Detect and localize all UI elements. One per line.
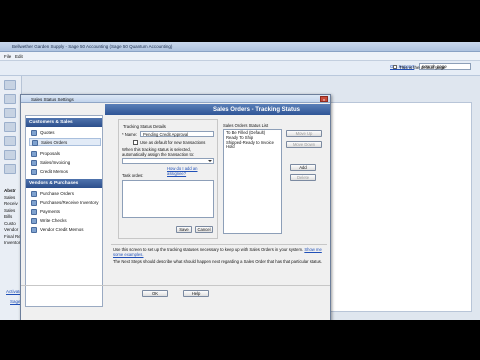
divider (21, 285, 330, 286)
nav-item-sales-invoicing[interactable]: Sales/Invoicing (29, 159, 101, 167)
quotes-icon (31, 130, 37, 136)
invoice-icon (31, 160, 37, 166)
use-default-label: Use as default for new transactions (140, 140, 206, 145)
nav-item-label: Sales/Invoicing (40, 160, 71, 165)
close-icon[interactable]: x (320, 96, 328, 102)
transaction-type-nav: Customers & Sales Quotes Sales Orders Pr… (25, 115, 103, 307)
proposals-icon (31, 151, 37, 157)
nav-strip-icon[interactable] (4, 80, 16, 90)
move-up-button[interactable]: Move Up (286, 130, 322, 137)
nav-item-label: Vendor Credit Memos (40, 227, 84, 232)
nav-item-label: Purchase Orders (40, 191, 75, 196)
nav-item-label: Sales Orders (41, 140, 68, 145)
name-field[interactable]: Pending Credit Approval (140, 131, 214, 137)
nav-strip-icon[interactable] (4, 164, 16, 174)
nav-item-proposals[interactable]: Proposals (29, 150, 101, 158)
assignee-dropdown[interactable] (122, 158, 214, 164)
menu-file[interactable]: File (4, 54, 11, 59)
save-button[interactable]: Save (176, 226, 192, 233)
ok-button[interactable]: OK (142, 290, 168, 297)
purchase-order-icon (31, 191, 37, 197)
receive-inventory-icon (31, 200, 37, 206)
nav-item-label: Write Checks (40, 218, 67, 223)
vendor-credit-icon (31, 227, 37, 233)
nav-item-write-checks[interactable]: Write Checks (29, 217, 101, 225)
default-page-checkbox[interactable] (393, 65, 397, 69)
checks-icon (31, 218, 37, 224)
status-list-panel: Sales Orders Status List To Be Filled (D… (223, 119, 283, 239)
section-title: Tracking Status Details (123, 124, 166, 129)
nav-item-label: Credit Memos (40, 169, 69, 174)
dialog-title: Sales Status Settings (31, 96, 74, 102)
background-content-panel (325, 102, 472, 312)
nav-strip-icon[interactable] (4, 122, 16, 132)
menu-edit[interactable]: Edit (15, 54, 23, 59)
move-down-button[interactable]: Move Down (286, 141, 322, 148)
payments-icon (31, 209, 37, 215)
nav-item-payments[interactable]: Payments (29, 208, 101, 216)
assign-label: When this tracking status is selected, a… (122, 147, 195, 157)
tracking-status-details-panel: Tracking Status Details * Name: Pending … (118, 119, 218, 239)
info-text-panel: Use this screen to set up the tracking s… (111, 244, 327, 274)
add-button[interactable]: Add (290, 164, 316, 171)
task-textarea[interactable] (122, 180, 214, 218)
nav-item-sales-orders[interactable]: Sales Orders (29, 138, 101, 146)
info-text-next-steps: The Next Steps should describe what shou… (113, 259, 323, 264)
status-list[interactable]: To Be Filled (Default) Ready To Ship Shi… (223, 129, 282, 234)
video-frame: Bellwether Garden Supply - Sage 50 Accou… (0, 0, 480, 360)
delete-button[interactable]: Delete (290, 174, 316, 181)
nav-strip-icon[interactable] (4, 94, 16, 104)
nav-strip-icon[interactable] (4, 136, 16, 146)
nav-item-purchases-receive[interactable]: Purchases/Receive Inventory (29, 199, 101, 207)
nav-item-quotes[interactable]: Quotes (29, 129, 101, 137)
dialog-header-title: Sales Orders - Tracking Status (212, 107, 300, 113)
title-bar: Bellwether Garden Supply - Sage 50 Accou… (0, 42, 480, 52)
dialog-title-bar: Sales Status Settings x (21, 95, 330, 103)
dialog-header-banner: Sales Orders - Tracking Status (105, 104, 330, 115)
list-item[interactable]: Hold (226, 145, 279, 150)
sales-status-settings-dialog: Sales Status Settings x Sales Orders - T… (20, 94, 331, 320)
cancel-button[interactable]: Cancel (195, 226, 213, 233)
nav-item-label: Proposals (40, 151, 61, 156)
app-title: Bellwether Garden Supply - Sage 50 Accou… (12, 44, 173, 49)
default-page-label: This is the default page (399, 65, 446, 70)
menu-bar: File Edit (0, 52, 480, 61)
help-button[interactable]: Help (183, 290, 209, 297)
credit-memo-icon (31, 169, 37, 175)
name-label: * Name: (122, 132, 138, 137)
use-default-checkbox[interactable] (133, 140, 138, 145)
nav-item-label: Payments (40, 209, 61, 214)
nav-item-label: Quotes (40, 130, 55, 135)
sales-orders-icon (32, 140, 38, 146)
status-list-title: Sales Orders Status List (223, 123, 269, 128)
task-label: Task ordes: (122, 173, 144, 178)
customers-sales-section[interactable]: Customers & Sales (26, 118, 102, 127)
nav-strip-icon[interactable] (4, 108, 16, 118)
nav-item-purchase-orders[interactable]: Purchase Orders (29, 190, 101, 198)
application-window: Bellwether Garden Supply - Sage 50 Accou… (0, 42, 480, 320)
vendors-purchases-section[interactable]: Vendors & Purchases (26, 179, 102, 188)
add-assignee-help-link[interactable]: How do I add an assignee? (167, 166, 217, 176)
nav-strip-icon[interactable] (4, 150, 16, 160)
nav-item-credit-memos[interactable]: Credit Memos (29, 168, 101, 176)
nav-item-label: Purchases/Receive Inventory (40, 200, 99, 205)
nav-item-vendor-credit-memos[interactable]: Vendor Credit Memos (29, 226, 101, 234)
